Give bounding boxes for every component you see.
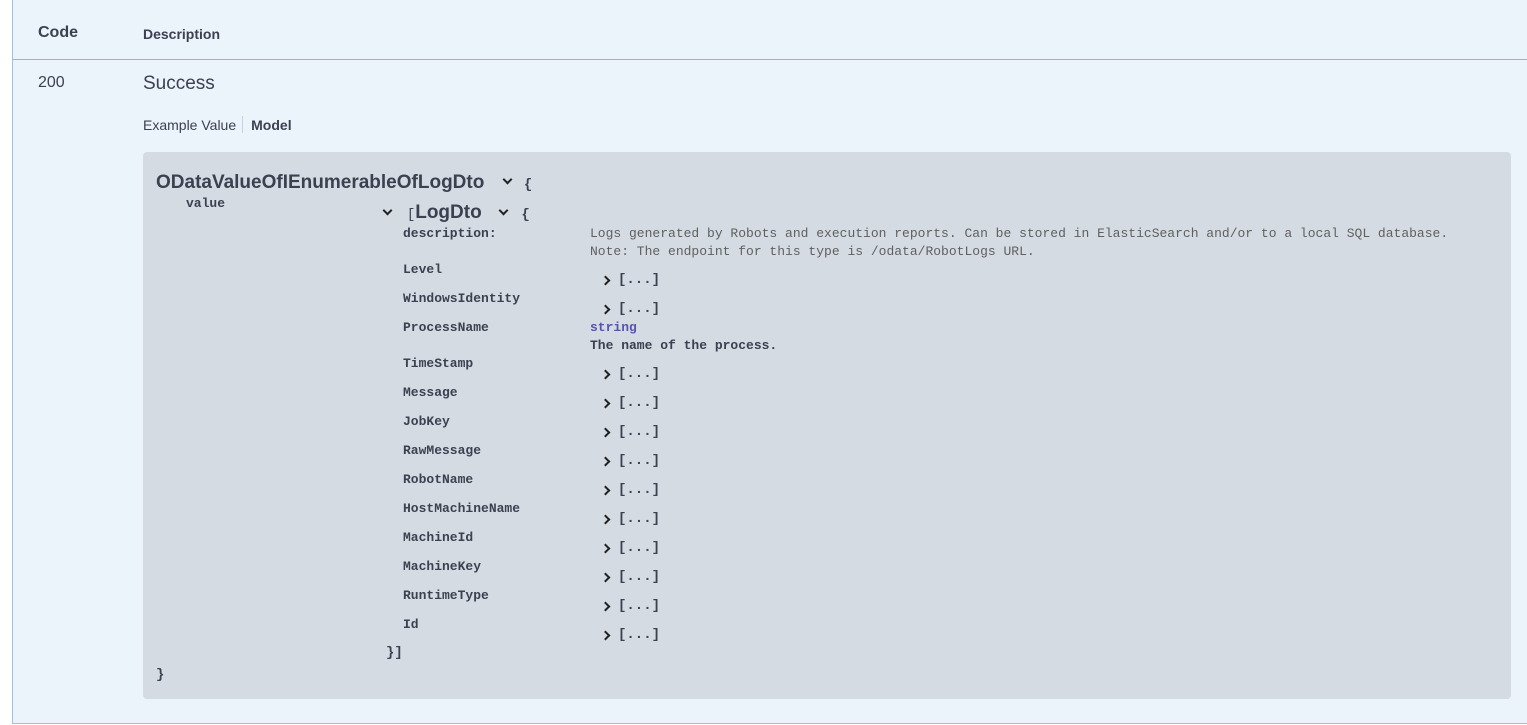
- model-description-line: Logs generated by Robots and execution r…: [590, 226, 1449, 241]
- collapsed-ellipsis[interactable]: [...]: [618, 482, 660, 498]
- property-name: RobotName: [403, 472, 474, 487]
- model-description: Logs generated by Robots and execution r…: [590, 225, 1448, 261]
- property-name: Id: [403, 617, 419, 632]
- property-name: ProcessName: [403, 320, 489, 335]
- chevron-right-icon[interactable]: [600, 275, 611, 285]
- inner-open-brace: {: [521, 207, 530, 223]
- model-description-line: Note: The endpoint for this type is /oda…: [590, 244, 1035, 259]
- collapsed-ellipsis[interactable]: [...]: [618, 598, 660, 614]
- model-title: ODataValueOfIEnumerableOfLogDto {: [156, 172, 532, 194]
- property-name: Level: [403, 262, 443, 277]
- collapsed-property[interactable]: [...]: [600, 301, 660, 317]
- responses-section: Code Description 200 Success Example Val…: [12, 0, 1527, 724]
- model-box: ODataValueOfIEnumerableOfLogDto { value …: [143, 152, 1511, 699]
- response-code: 200: [38, 74, 65, 91]
- chevron-down-icon[interactable]: [382, 205, 393, 216]
- description-column-header: Description: [143, 26, 221, 42]
- collapsed-property[interactable]: [...]: [600, 511, 660, 527]
- property-value-label: value: [186, 196, 226, 211]
- chevron-right-icon[interactable]: [600, 456, 611, 466]
- collapsed-ellipsis[interactable]: [...]: [618, 366, 660, 382]
- tab-model[interactable]: Model: [243, 117, 291, 133]
- inner-close-bracket: }]: [386, 645, 403, 661]
- collapsed-ellipsis[interactable]: [...]: [618, 627, 660, 643]
- property-description: The name of the process.: [590, 338, 778, 353]
- chevron-down-icon[interactable]: [498, 205, 508, 216]
- collapsed-ellipsis[interactable]: [...]: [618, 272, 660, 288]
- chevron-right-icon[interactable]: [600, 601, 611, 611]
- inner-model-header: [LogDto {: [382, 202, 530, 224]
- property-name: TimeStamp: [403, 356, 474, 371]
- model-name[interactable]: ODataValueOfIEnumerableOfLogDto: [156, 172, 484, 193]
- property-type: string: [590, 320, 637, 335]
- collapsed-property[interactable]: [...]: [600, 272, 660, 288]
- model-open-brace: {: [523, 177, 533, 193]
- property-name: Message: [403, 385, 458, 400]
- chevron-right-icon[interactable]: [600, 304, 611, 314]
- inner-model-name[interactable]: LogDto: [415, 202, 481, 223]
- model-close-brace: }: [156, 667, 165, 683]
- tab-example-value[interactable]: Example Value: [143, 117, 242, 133]
- chevron-right-icon[interactable]: [600, 572, 611, 582]
- property-name: RuntimeType: [403, 588, 489, 603]
- chevron-right-icon[interactable]: [600, 630, 611, 640]
- collapsed-ellipsis[interactable]: [...]: [618, 301, 660, 317]
- collapsed-property[interactable]: [...]: [600, 598, 660, 614]
- collapsed-ellipsis[interactable]: [...]: [618, 540, 660, 556]
- collapsed-property[interactable]: [...]: [600, 424, 660, 440]
- collapsed-property[interactable]: [...]: [600, 569, 660, 585]
- property-name: WindowsIdentity: [403, 291, 521, 306]
- chevron-down-icon[interactable]: [502, 174, 513, 185]
- collapsed-ellipsis[interactable]: [...]: [618, 424, 660, 440]
- chevron-right-icon[interactable]: [600, 485, 611, 495]
- response-description: Success: [143, 73, 215, 94]
- property-name: MachineId: [403, 530, 474, 545]
- collapsed-property[interactable]: [...]: [600, 366, 660, 382]
- description-label: description:: [403, 226, 497, 241]
- property-name: HostMachineName: [403, 501, 521, 516]
- code-column-header: Code: [38, 24, 78, 41]
- model-tabs: Example Value Model: [143, 116, 292, 133]
- property-name: JobKey: [403, 414, 450, 429]
- property-name: RawMessage: [403, 443, 482, 458]
- collapsed-property[interactable]: [...]: [600, 482, 660, 498]
- chevron-right-icon[interactable]: [600, 369, 611, 379]
- collapsed-property[interactable]: [...]: [600, 395, 660, 411]
- collapsed-property[interactable]: [...]: [600, 627, 660, 643]
- collapsed-property[interactable]: [...]: [600, 540, 660, 556]
- collapsed-ellipsis[interactable]: [...]: [618, 395, 660, 411]
- chevron-right-icon[interactable]: [600, 427, 611, 437]
- collapsed-ellipsis[interactable]: [...]: [618, 511, 660, 527]
- collapsed-property[interactable]: [...]: [600, 453, 660, 469]
- collapsed-ellipsis[interactable]: [...]: [618, 453, 660, 469]
- array-open-bracket: [: [406, 207, 416, 223]
- property-name: MachineKey: [403, 559, 482, 574]
- collapsed-ellipsis[interactable]: [...]: [618, 569, 660, 585]
- header-divider: [13, 59, 1527, 60]
- chevron-right-icon[interactable]: [600, 514, 611, 524]
- chevron-right-icon[interactable]: [600, 543, 611, 553]
- chevron-right-icon[interactable]: [600, 398, 611, 408]
